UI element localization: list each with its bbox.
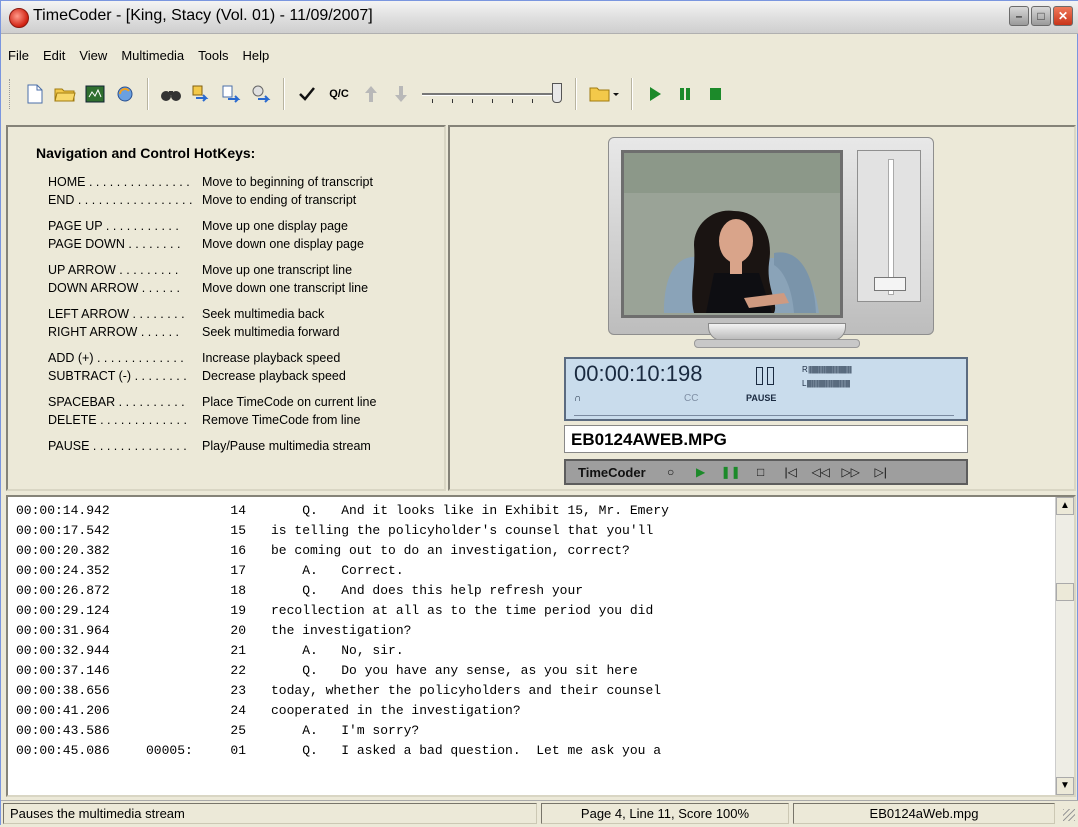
transcript-scrollbar[interactable]: ▲ ▼ (1055, 497, 1074, 795)
hotkey-row: PAUSE . . . . . . . . . . . . . . Play/Pa… (48, 439, 371, 453)
transport-pause-icon[interactable]: ❚❚ (716, 465, 746, 479)
volume-slider-thumb[interactable] (874, 277, 906, 291)
hotkey-row: ADD (+) . . . . . . . . . . . . . Increas… (48, 351, 341, 365)
skip-forward-icon[interactable]: ▷| (866, 465, 896, 479)
monitor-base (694, 339, 860, 348)
channel-r-label: R (802, 365, 808, 374)
up-arrow-icon[interactable] (358, 81, 384, 107)
toolbar-separator (283, 78, 285, 110)
cc-label: CC (684, 393, 699, 404)
volume-control (857, 150, 921, 302)
transport-controls: TimeCoder ○ ▶ ❚❚ □ |◁ ◁◁ ▷▷ ▷| (564, 459, 968, 485)
transport-brand: TimeCoder (578, 464, 646, 480)
headphone-icon: ∩ (574, 393, 582, 404)
app-window: TimeCoder - [King, Stacy (Vol. 01) - 11/… (0, 0, 1078, 827)
close-button[interactable]: ✕ (1053, 6, 1073, 26)
menu-file[interactable]: File (1, 45, 36, 67)
app-icon[interactable] (9, 8, 29, 28)
stop-icon[interactable] (702, 81, 728, 107)
hotkey-row: END . . . . . . . . . . . . . . . . . Mov… (48, 193, 357, 207)
status-file: EB0124aWeb.mpg (793, 803, 1055, 824)
hotkey-row: PAGE UP . . . . . . . . . . . Move up one… (48, 219, 348, 233)
video-frame[interactable] (621, 150, 843, 318)
menu-view[interactable]: View (72, 45, 114, 67)
status-bar: Pauses the multimedia stream Page 4, Lin… (1, 800, 1078, 827)
open-folder-icon[interactable] (52, 81, 78, 107)
transport-stop-icon[interactable]: □ (746, 465, 776, 479)
checkmark-icon[interactable] (294, 81, 320, 107)
scroll-up-icon[interactable]: ▲ (1056, 497, 1074, 515)
sync-icon[interactable] (112, 81, 138, 107)
bookmark-arrow-icon[interactable] (188, 81, 214, 107)
volume-track[interactable] (888, 159, 894, 295)
hotkey-row: RIGHT ARROW . . . . . . Seek multimedia f… (48, 325, 340, 339)
media-filename: EB0124AWEB.MPG (564, 425, 968, 453)
pause-icon[interactable] (672, 81, 698, 107)
fast-forward-icon[interactable]: ▷▷ (836, 465, 866, 479)
toolbar-grip[interactable] (9, 79, 14, 109)
audio-meter-left: L ||||||||||||||||||||||||||||||||||||||… (802, 379, 851, 388)
media-icon[interactable] (82, 81, 108, 107)
minimize-button[interactable]: – (1009, 6, 1029, 26)
record-icon[interactable]: ○ (656, 465, 686, 479)
down-arrow-icon[interactable] (388, 81, 414, 107)
title-bar[interactable]: TimeCoder - [King, Stacy (Vol. 01) - 11/… (1, 1, 1078, 34)
hotkeys-panel: Navigation and Control HotKeys: HOME . .… (6, 125, 446, 491)
top-pane: Navigation and Control HotKeys: HOME . .… (6, 125, 1076, 491)
timecode-display: 00:00:10:198 (574, 361, 703, 386)
hotkey-row: UP ARROW . . . . . . . . . Move up one tr… (48, 263, 353, 277)
toolbar-separator (147, 78, 149, 110)
menu-multimedia[interactable]: Multimedia (114, 45, 191, 67)
export-arrow-icon[interactable] (218, 81, 244, 107)
media-panel: 00:00:10:198 PAUSE R |||||||||||||||||||… (448, 125, 1076, 491)
hotkey-row: SPACEBAR . . . . . . . . . . Place TimeCo… (48, 395, 377, 409)
menu-edit[interactable]: Edit (36, 45, 72, 67)
video-monitor (608, 137, 934, 335)
folder-dropdown-icon[interactable] (586, 81, 622, 107)
window-title: TimeCoder - [King, Stacy (Vol. 01) - 11/… (33, 7, 373, 24)
player-display: 00:00:10:198 PAUSE R |||||||||||||||||||… (564, 357, 968, 421)
hotkey-row: SUBTRACT (-) . . . . . . . . Decrease pla… (48, 369, 346, 383)
transcript-pane[interactable]: 00:00:14.942 14 Q. And it looks like in E… (6, 495, 1076, 797)
status-position: Page 4, Line 11, Score 100% (541, 803, 789, 824)
channel-l-label: L (802, 379, 806, 388)
pause-indicator-icon (756, 367, 778, 387)
transport-play-icon[interactable]: ▶ (686, 465, 716, 479)
qc-button[interactable]: Q/C (324, 81, 354, 107)
player-state: PAUSE (746, 393, 777, 403)
menu-bar: File Edit View Multimedia Tools Help (1, 45, 276, 67)
speed-slider[interactable] (422, 79, 562, 109)
toolbar-separator (631, 78, 633, 110)
play-icon[interactable] (642, 81, 668, 107)
menu-help[interactable]: Help (236, 45, 277, 67)
import-arrow-icon[interactable] (248, 81, 274, 107)
speed-slider-thumb[interactable] (552, 83, 562, 103)
playback-progress[interactable] (574, 407, 954, 416)
menu-tools[interactable]: Tools (191, 45, 235, 67)
resize-grip[interactable] (1063, 809, 1075, 821)
skip-back-icon[interactable]: |◁ (776, 465, 806, 479)
hotkey-row: LEFT ARROW . . . . . . . . Seek multimedi… (48, 307, 325, 321)
toolbar: Q/C (9, 71, 1069, 117)
hotkey-row: DOWN ARROW . . . . . . Move down one tran… (48, 281, 369, 295)
hotkey-row: DELETE . . . . . . . . . . . . . Remove T… (48, 413, 361, 427)
scroll-thumb[interactable] (1056, 583, 1074, 601)
rewind-icon[interactable]: ◁◁ (806, 465, 836, 479)
audio-meter-right: R ||||||||||||||||||||||||||||||||||||||… (802, 365, 852, 374)
hotkey-row: PAGE DOWN . . . . . . . . Move down one d… (48, 237, 364, 251)
toolbar-separator (575, 78, 577, 110)
find-binoculars-icon[interactable] (158, 81, 184, 107)
hotkeys-title: Navigation and Control HotKeys: (36, 145, 256, 161)
hotkey-row: HOME . . . . . . . . . . . . . . . Move t… (48, 175, 373, 189)
scroll-down-icon[interactable]: ▼ (1056, 777, 1074, 795)
new-document-icon[interactable] (22, 81, 48, 107)
maximize-button[interactable]: □ (1031, 6, 1051, 26)
status-message: Pauses the multimedia stream (3, 803, 537, 824)
